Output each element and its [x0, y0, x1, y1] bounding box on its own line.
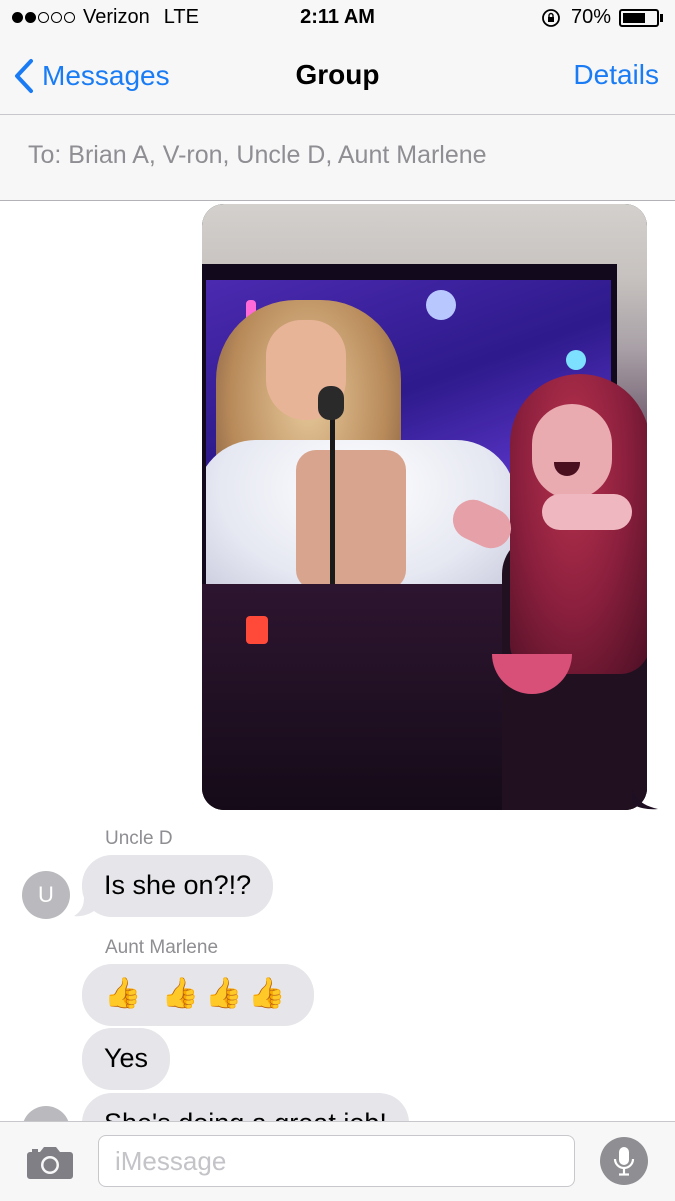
- message-bubble[interactable]: Is she on?!?: [82, 855, 274, 917]
- avatar[interactable]: U: [22, 871, 70, 919]
- microphone-button[interactable]: [600, 1137, 648, 1185]
- details-button[interactable]: Details: [573, 59, 659, 91]
- battery-percent: 70%: [570, 6, 611, 28]
- battery-icon: [619, 8, 659, 27]
- recipients-text: To: Brian A, V-ron, Uncle D, Aunt Marlen…: [28, 141, 487, 169]
- status-right: 70%: [541, 6, 663, 29]
- message-input-bar: [0, 1121, 675, 1201]
- divider: [0, 200, 675, 201]
- recipients-bar[interactable]: To: Brian A, V-ron, Uncle D, Aunt Marlen…: [0, 115, 675, 200]
- bubble-tail: [632, 790, 658, 810]
- photo-message[interactable]: [202, 204, 647, 810]
- camera-icon[interactable]: [26, 1144, 74, 1180]
- microphone-icon: [613, 1147, 635, 1176]
- message-bubble[interactable]: Yes: [82, 1028, 171, 1090]
- message-bubble[interactable]: 👍 👍👍👍: [82, 964, 314, 1026]
- sender-name: Uncle D: [105, 828, 173, 849]
- orientation-lock-icon: [542, 8, 560, 27]
- imessage-input[interactable]: [98, 1135, 575, 1187]
- navigation-bar: Messages Group Details: [0, 38, 675, 114]
- status-bar: Verizon LTE 2:11 AM 70%: [0, 0, 675, 38]
- sender-name: Aunt Marlene: [105, 937, 219, 958]
